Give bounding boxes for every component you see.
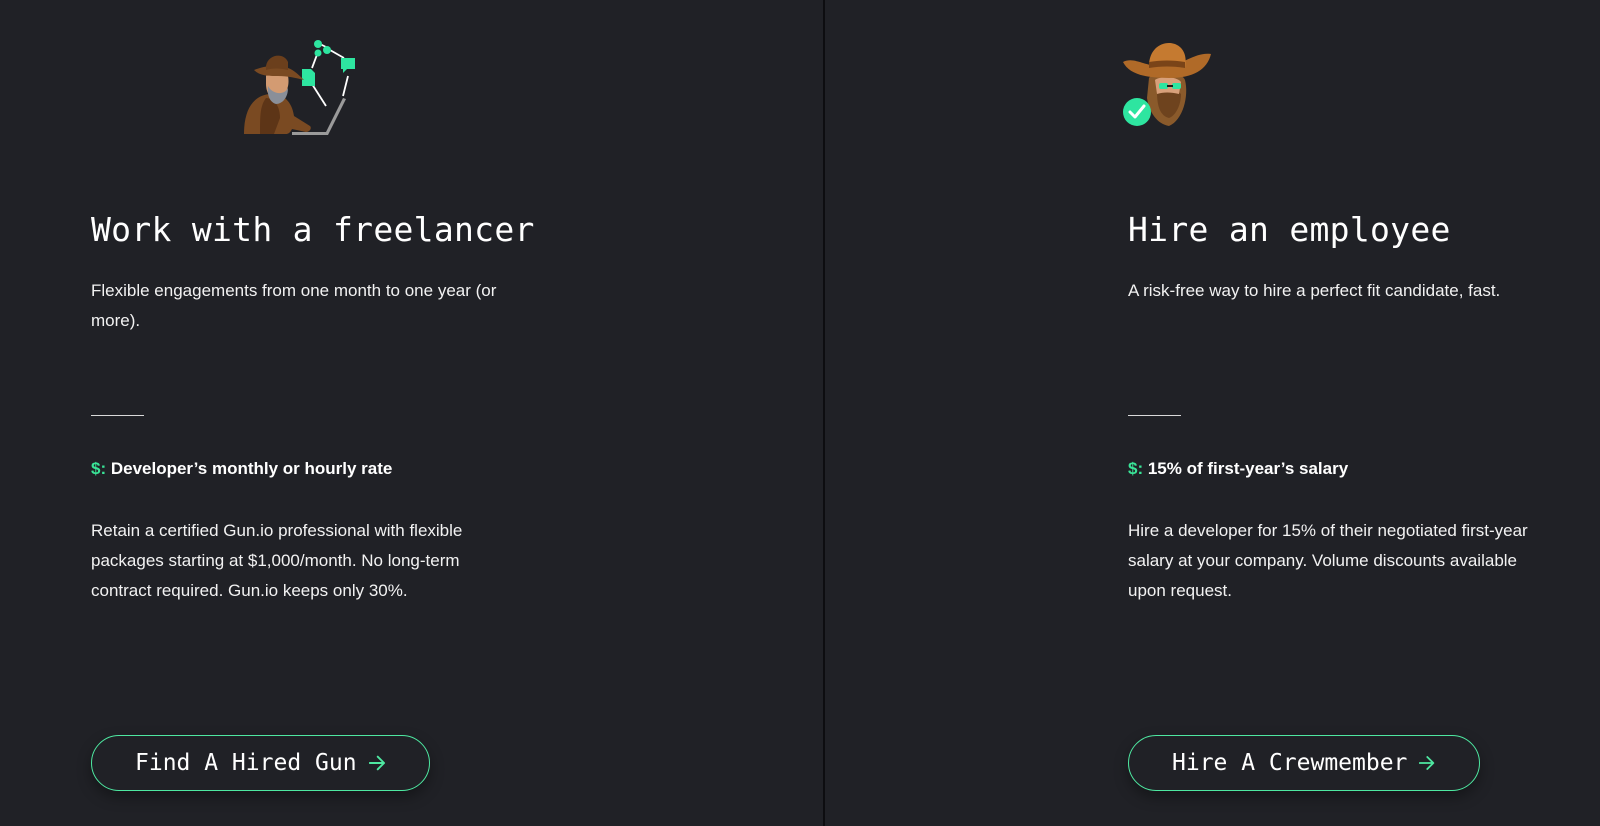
section-divider [91,415,144,416]
employee-subtitle: A risk-free way to hire a perfect fit ca… [1128,281,1501,300]
employee-price: $: 15% of first-year’s salary [1128,459,1348,479]
price-symbol: $: [91,459,107,478]
employee-panel: Hire an employee A risk-free way to hire… [825,0,1600,826]
freelancer-description: Retain a certified Gun.io professional w… [91,521,463,600]
section-divider [1128,415,1181,416]
find-hired-gun-button[interactable]: Find A Hired Gun [91,735,430,791]
button-label: Find A Hired Gun [135,750,357,776]
verified-cowboy-avatar-icon [1115,36,1220,132]
hire-crewmember-button[interactable]: Hire A Crewmember [1128,735,1480,791]
arrow-right-icon [368,755,385,771]
pricing-options: Work with a freelancer Flexible engageme… [0,0,1600,826]
employee-title: Hire an employee [1128,210,1451,249]
button-label: Hire A Crewmember [1172,750,1408,776]
price-symbol: $: [1128,459,1144,478]
freelancer-cowboy-laptop-icon [240,36,370,140]
freelancer-price: $: Developer’s monthly or hourly rate [91,459,392,479]
price-label: Developer’s monthly or hourly rate [106,459,393,478]
price-label: 15% of first-year’s salary [1143,459,1349,478]
freelancer-title: Work with a freelancer [91,210,535,249]
freelancer-subtitle: Flexible engagements from one month to o… [91,281,497,330]
employee-description: Hire a developer for 15% of their negoti… [1128,521,1528,600]
arrow-right-icon [1419,756,1435,770]
freelancer-panel: Work with a freelancer Flexible engageme… [0,0,823,826]
